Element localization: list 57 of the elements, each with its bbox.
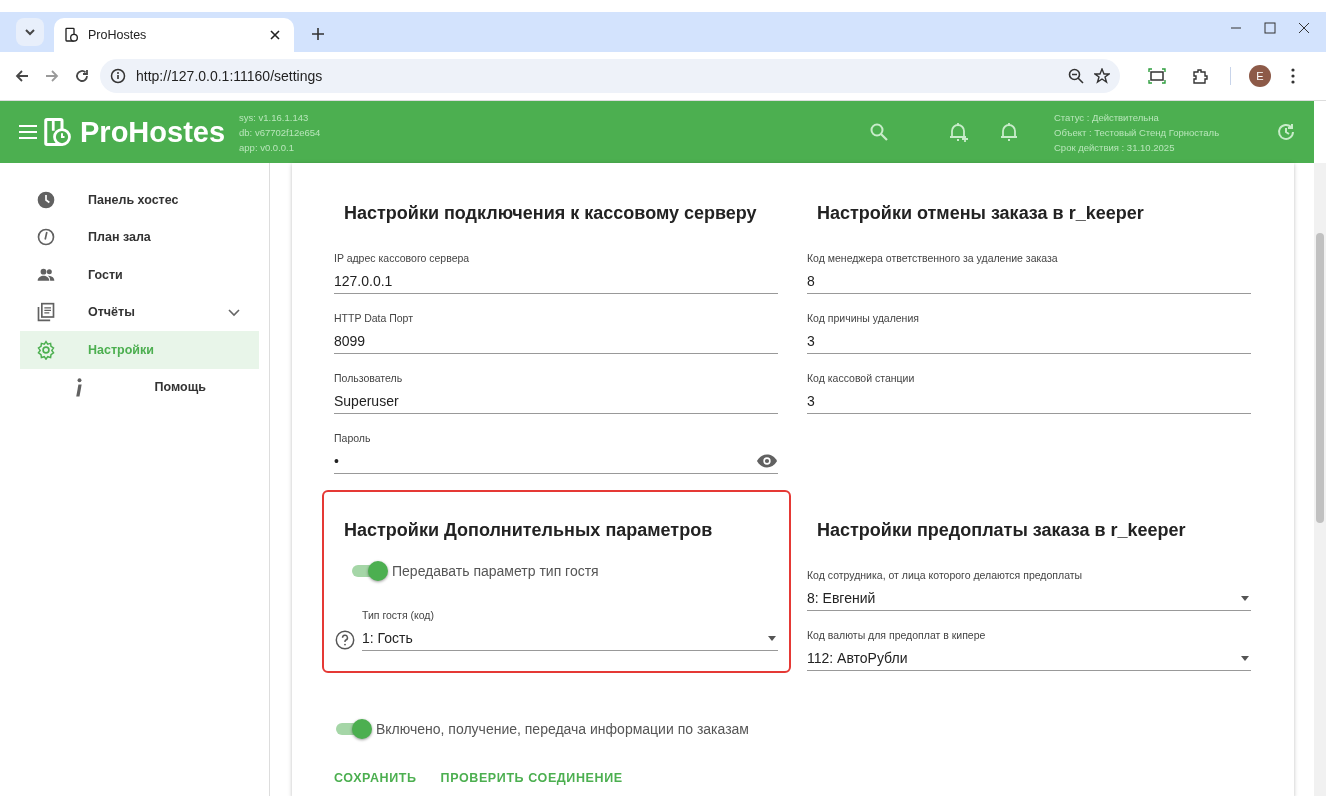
app-logo-icon — [42, 117, 72, 147]
toggle-label: Передавать параметр тип гостя — [392, 563, 599, 579]
info-icon — [110, 68, 126, 84]
field-label: Пользователь — [334, 372, 404, 384]
select-field[interactable]: 1: Гость — [362, 625, 778, 651]
toggle-switch[interactable] — [334, 719, 372, 739]
license-text: Срок действия : 31.10.2025 — [1054, 140, 1176, 155]
input-field[interactable]: Superuser — [334, 388, 778, 414]
toggle-label: Включено, получение, передача информации по заказам — [376, 721, 749, 737]
clock-icon — [36, 189, 56, 210]
sidebar-item[interactable]: Помощь — [20, 368, 259, 406]
chevron-down-icon — [24, 26, 36, 38]
app-logo-icon — [64, 27, 80, 43]
sidebar-item[interactable]: Отчёты — [20, 293, 259, 331]
input-field[interactable]: 8099 — [334, 328, 778, 354]
input-field[interactable]: 3 — [807, 388, 1251, 414]
section-title: Настройки отмены заказа в r_keeper — [817, 203, 1145, 224]
field-label: Код менеджера ответственного за удаление заказа — [807, 252, 1059, 264]
field-label: Код причины удаления — [807, 312, 920, 324]
sidebar-item[interactable]: Панель хостес — [20, 181, 259, 219]
field-label: Код кассовой станции — [807, 372, 916, 384]
field-label: Тип гостя (код) — [362, 609, 435, 621]
version-text: db: v67702f12e654 — [239, 125, 321, 140]
section-title: Настройки предоплаты заказа в r_keeper — [817, 520, 1187, 541]
sidebar-item[interactable]: План зала — [20, 218, 259, 256]
input-field[interactable]: 3 — [807, 328, 1251, 354]
help-icon — [334, 629, 356, 651]
clock-icon — [36, 227, 56, 248]
field-label: Пароль — [334, 432, 372, 444]
select-field[interactable]: 8: Евгений — [807, 585, 1251, 611]
license-text: Объект : Тестовый Стенд Горносталь — [1054, 125, 1221, 140]
gear-icon — [36, 339, 56, 360]
address-bar[interactable]: http://127.0.0.1:11160/settings — [100, 59, 1120, 93]
app-brand: ProHostes — [80, 115, 226, 149]
field-label: HTTP Data Порт — [334, 312, 415, 324]
version-text: app: v0.0.0.1 — [239, 140, 295, 155]
license-text: Статус : Действительна — [1054, 110, 1160, 125]
select-field[interactable]: 112: АвтоРубли — [807, 645, 1251, 671]
field-label: Код валюты для предоплат в кипере — [807, 629, 987, 641]
sidebar-item[interactable]: Гости — [20, 256, 259, 294]
scrollbar-thumb[interactable] — [1316, 233, 1324, 523]
info-icon — [74, 377, 84, 397]
input-field[interactable]: 8 — [807, 268, 1251, 294]
toggle-switch[interactable] — [350, 561, 388, 581]
section-title: Настройки Дополнительных параметров — [344, 520, 714, 541]
documents-icon — [36, 302, 56, 323]
section-title: Настройки подключения к кассовому серверу — [344, 203, 758, 224]
tab-list-button[interactable] — [16, 18, 44, 46]
version-text: sys: v1.16.1.143 — [239, 110, 310, 125]
profile-avatar[interactable]: E — [1249, 65, 1271, 87]
input-field[interactable]: • — [334, 448, 778, 474]
field-label: Код сотрудника, от лица которого делаются предоплаты — [807, 569, 1084, 581]
star-icon — [1094, 68, 1110, 84]
browser-tab[interactable]: ProHostes — [54, 18, 294, 52]
zoom-out-icon — [1068, 68, 1084, 84]
field-label: IP адрес кассового сервера — [334, 252, 471, 264]
input-field[interactable]: 127.0.0.1 — [334, 268, 778, 294]
